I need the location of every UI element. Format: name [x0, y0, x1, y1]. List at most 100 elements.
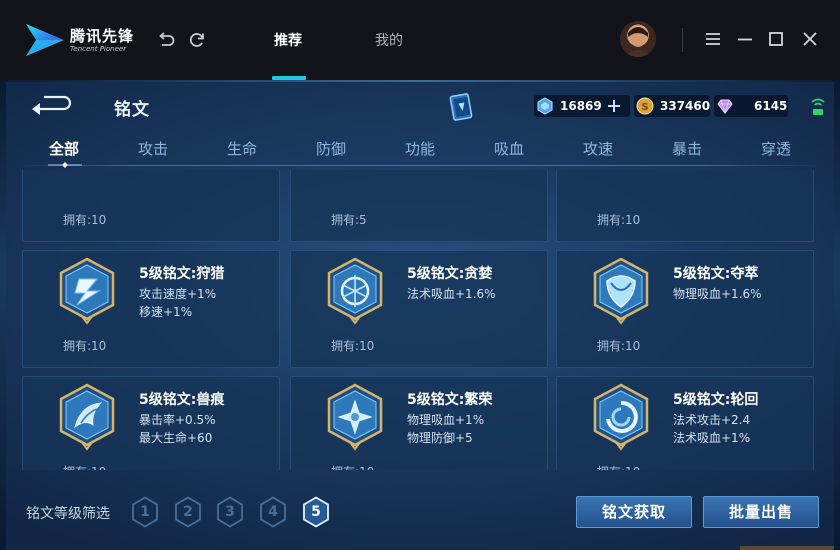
level-filter-3[interactable]: 3 — [216, 496, 244, 528]
back-arrow-icon[interactable] — [28, 93, 74, 117]
panel-top-border — [0, 80, 840, 82]
level-filter-label: 铭文等级筛选 — [26, 506, 110, 522]
level-filter-2[interactable]: 2 — [174, 496, 202, 528]
rune-prosper-icon — [327, 383, 383, 451]
rune-name: 5级铭文:兽痕 — [139, 392, 225, 408]
page-title: 铭文 — [114, 100, 150, 120]
add-coupons-icon[interactable] — [606, 98, 622, 114]
rune-name: 5级铭文:轮回 — [673, 392, 759, 408]
tab-crit[interactable]: 暴击 — [672, 138, 702, 159]
rune-card[interactable]: 5级铭文:轮回法术攻击+2.4 法术吸血+1% 拥有:10 — [556, 376, 814, 470]
currency-gold: S 337460 — [634, 95, 710, 117]
rune-card[interactable]: 5级铭文:兽痕暴击率+0.5% 最大生命+60 拥有:10 — [22, 376, 280, 470]
rune-attribute: 暴击率+0.5% — [139, 413, 216, 427]
tabs-divider — [20, 165, 820, 166]
diamond-icon — [717, 99, 733, 115]
close-icon[interactable] — [801, 30, 819, 48]
currency-coupons: 16869 — [534, 95, 630, 117]
tab-defense[interactable]: 防御 — [316, 138, 346, 159]
launcher-titlebar: 腾讯先锋 Tencent Pioneer 推荐 我的 — [0, 0, 840, 80]
rune-card[interactable]: 拥有:5 — [290, 170, 548, 242]
toolbar-divider — [682, 28, 683, 52]
refresh-icon[interactable] — [187, 30, 207, 50]
svg-text:S: S — [641, 102, 648, 113]
level-number: 3 — [225, 504, 235, 520]
rune-attribute: 物理吸血+1% — [407, 413, 485, 427]
rune-name: 5级铭文:繁荣 — [407, 392, 493, 408]
app-logo: 腾讯先锋 Tencent Pioneer — [24, 22, 134, 58]
gold-coin-icon: S — [636, 97, 654, 115]
minimize-icon[interactable] — [736, 30, 754, 48]
rune-cycle-icon — [593, 383, 649, 451]
avatar-portrait-icon — [624, 27, 652, 57]
tab-health[interactable]: 生命 — [227, 138, 257, 159]
tab-penetration[interactable]: 穿透 — [761, 138, 791, 159]
signal-icon — [811, 98, 825, 115]
rune-name: 5级铭文:贪婪 — [407, 266, 493, 282]
rune-owned-count: 拥有:10 — [597, 339, 641, 353]
rune-attribute: 法术吸血+1.6% — [407, 287, 496, 301]
coupons-value: 16869 — [560, 99, 602, 113]
obtain-inscription-button[interactable]: 铭文获取 — [576, 496, 692, 528]
rune-attribute: 物理防御+5 — [407, 431, 473, 445]
user-avatar[interactable] — [620, 21, 656, 57]
level-filter-5[interactable]: 5 — [302, 496, 330, 528]
bulk-sell-button[interactable]: 批量出售 — [703, 496, 819, 528]
rune-owned-count: 拥有:10 — [597, 213, 641, 227]
rune-name: 5级铭文:狩猎 — [139, 266, 225, 282]
level-number: 1 — [140, 504, 150, 520]
level-number: 2 — [183, 504, 193, 520]
logo-text-cn: 腾讯先锋 — [70, 26, 135, 45]
rune-attribute: 攻击速度+1% — [139, 287, 217, 301]
rune-plunder-icon — [593, 257, 649, 325]
level-filter-1[interactable]: 1 — [131, 496, 159, 528]
rune-attribute: 移速+1% — [139, 305, 193, 319]
rune-beast-icon — [59, 383, 115, 451]
rune-card[interactable]: 拥有:10 — [22, 170, 280, 242]
rune-owned-count: 拥有:10 — [331, 339, 375, 353]
rune-owned-count: 拥有:5 — [331, 213, 367, 227]
level-filter-4[interactable]: 4 — [259, 496, 287, 528]
rune-card[interactable]: 5级铭文:繁荣物理吸血+1% 物理防御+5 拥有:10 — [290, 376, 548, 470]
menu-icon[interactable] — [704, 30, 722, 48]
tab-active-indicator — [48, 162, 82, 168]
currency-diamonds: 6145 — [714, 95, 788, 117]
maximize-icon[interactable] — [767, 30, 785, 48]
play-logo-icon — [26, 24, 64, 56]
tab-all[interactable]: 全部 — [49, 138, 79, 159]
level-number: 4 — [268, 504, 278, 520]
gold-value: 337460 — [660, 99, 711, 113]
nav-tab-mine[interactable]: 我的 — [375, 30, 403, 50]
rune-card[interactable]: 5级铭文:贪婪 法术吸血+1.6% 拥有:10 — [290, 250, 548, 368]
nav-tab-recommend[interactable]: 推荐 — [274, 30, 302, 50]
rune-owned-count: 拥有:10 — [63, 339, 107, 353]
rune-attribute: 物理吸血+1.6% — [673, 287, 762, 301]
diamonds-value: 6145 — [754, 99, 788, 113]
logo-text-en: Tencent Pioneer — [70, 44, 127, 53]
tab-utility[interactable]: 功能 — [405, 138, 435, 159]
rune-name: 5级铭文:夺萃 — [673, 266, 759, 282]
tab-attack[interactable]: 攻击 — [138, 138, 168, 159]
inscription-book-icon[interactable] — [448, 92, 476, 122]
rune-attribute: 最大生命+60 — [139, 431, 213, 445]
coupon-gem-icon — [537, 97, 553, 115]
rune-card-list[interactable]: 拥有:10 拥有:5 拥有:10 5级铭文:狩猎 攻击速度+1% 移速+1% 拥有:10 5级… — [22, 170, 818, 470]
rune-card[interactable]: 5级铭文:狩猎 攻击速度+1% 移速+1% 拥有:10 — [22, 250, 280, 368]
rune-attribute: 法术攻击+2.4 — [673, 413, 751, 427]
rune-card[interactable]: 拥有:10 — [556, 170, 814, 242]
rune-greed-icon — [327, 257, 383, 325]
rune-owned-count: 拥有:10 — [63, 463, 106, 470]
undo-icon[interactable] — [156, 30, 176, 50]
bottom-edge-strip — [740, 546, 840, 550]
rune-owned-count: 拥有:10 — [597, 463, 640, 470]
rune-hunt-icon — [59, 257, 115, 325]
rune-owned-count: 拥有:10 — [63, 213, 107, 227]
rune-card[interactable]: 5级铭文:夺萃 物理吸血+1.6% 拥有:10 — [556, 250, 814, 368]
category-tabs: 全部 攻击 生命 防御 功能 吸血 攻速 暴击 穿透 — [0, 136, 840, 168]
rune-owned-count: 拥有:10 — [331, 463, 374, 470]
tab-lifesteal[interactable]: 吸血 — [494, 138, 524, 159]
game-inscription-panel: 铭文 16869 S 337460 6145 全部 攻击 生命 防御 功能 吸血… — [0, 80, 840, 550]
rune-attribute: 法术吸血+1% — [673, 431, 751, 445]
level-number: 5 — [311, 504, 321, 520]
tab-attack-speed[interactable]: 攻速 — [583, 138, 613, 159]
